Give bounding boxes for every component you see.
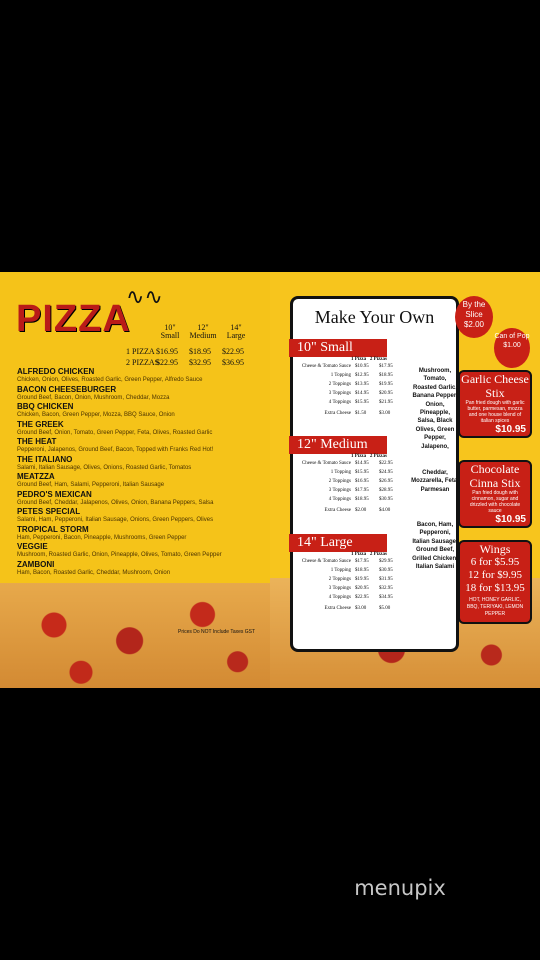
table-row: Cheese & Tomato Sauce $17.95 $29.95: [301, 559, 393, 564]
table-row: 2 Toppings $19.95 $31.95: [328, 577, 393, 582]
menupix-watermark: menupix: [320, 866, 480, 910]
list-item: THE GREEK Ground Beef, Onion, Tomato, Gre…: [17, 419, 213, 436]
table-row: Extra Cheese $3.00 $5.00: [324, 606, 391, 611]
wings-card: Wings 6 for $5.95 12 for $9.95 18 for $1…: [458, 540, 532, 624]
size-head-small: 10" Small: [160, 323, 180, 340]
table-row: 3 Toppings $20.95 $32.95: [328, 586, 393, 591]
size-banner-medium: 12" Medium: [289, 436, 387, 454]
menu-flyer: PIZZA ∿∿ 10" Small 12" Medium 14" Large 1 P…: [0, 272, 540, 688]
cheese-toppings: Cheddar, Mozzarella, Feta, Parmesan: [411, 470, 459, 493]
pizza-photo: [0, 583, 270, 688]
table-row: 4 Toppings $22.95 $34.95: [328, 595, 393, 600]
table-row: 3 Toppings $17.95 $28.95: [328, 488, 393, 493]
tax-note: Prices Do NOT Include Taxes GST: [178, 629, 256, 635]
table-row: Cheese & Tomato Sauce $14.95 $22.95: [301, 461, 393, 466]
card-title: Make Your Own: [314, 307, 435, 327]
table-row: 2 Toppings $16.95 $26.95: [328, 479, 393, 484]
list-item: TROPICAL STORM Ham, Pepperoni, Bacon, Pin…: [17, 524, 187, 541]
pizza-items-list: ALFREDO CHICKEN Chicken, Onion, Olives, R…: [17, 368, 262, 578]
table-row: Extra Cheese $1.50 $3.00: [324, 411, 391, 416]
can-of-pop-badge: Can of Pop $1.00: [494, 328, 530, 368]
veggie-toppings: Mushroom, Tomato, Roasted Garlic, Banana…: [412, 368, 458, 450]
list-item: BBQ CHICKEN Chicken, Bacon, Green Pepper,…: [17, 402, 175, 419]
list-item: ZAMBONI Ham, Bacon, Roasted Garlic, Chedd…: [17, 559, 171, 576]
table-row: 3 Toppings $14.95 $20.95: [328, 391, 393, 396]
table-row: Extra Cheese $2.00 $4.00: [324, 508, 391, 513]
list-item: PETES SPECIAL Salami, Ham, Pepperoni, Ita…: [17, 507, 214, 524]
table-row: 4 Toppings $18.95 $30.95: [328, 497, 393, 502]
pizza-title: PIZZA: [16, 298, 131, 340]
table-row: 4 Toppings $15.95 $21.95: [328, 400, 393, 405]
list-item: ALFREDO CHICKEN Chicken, Onion, Olives, R…: [17, 367, 203, 384]
list-item: VEGGIE Mushroom, Roasted Garlic, Onion, P…: [17, 542, 222, 559]
table-row: 1 Topping $18.95 $30.95: [330, 568, 393, 573]
size-head-large: 14" Large: [226, 323, 246, 340]
make-your-own-card: Make Your Own 10" Small 1 Pizza 2 Pizzas…: [289, 296, 459, 652]
table-row: Cheese & Tomato Sauce $10.95 $17.95: [301, 364, 393, 369]
list-item: MEATZZA Ground Beef, Ham, Salami, Peppero…: [17, 472, 165, 489]
table-row: 1 Topping $12.95 $18.95: [330, 373, 393, 378]
size-banner-large: 14" Large: [289, 534, 387, 552]
list-item: THE ITALIANO Salami, Italian Sausage, Oli…: [17, 454, 192, 471]
size-banner-small: 10" Small: [289, 339, 387, 357]
by-the-slice-badge: By the Slice $2.00: [455, 296, 493, 338]
meat-toppings: Bacon, Ham, Pepperoni, Italian Sausage, …: [412, 522, 458, 571]
swirl-decoration-icon: ∿∿: [126, 284, 163, 309]
size-head-medium: 12" Medium: [189, 323, 217, 340]
list-item: BACON CHEESEBURGER Ground Beef, Bacon, On…: [17, 384, 170, 401]
chocolate-cinna-stix-card: Chocolate Cinna Stix Pan fried dough wit…: [458, 460, 532, 528]
table-row: 2 Toppings $13.95 $19.95: [328, 382, 393, 387]
pizza-panel: PIZZA ∿∿ 10" Small 12" Medium 14" Large 1 P…: [0, 272, 270, 688]
list-item: PEDRO'S MEXICAN Ground Beef, Cheddar, Jal…: [17, 489, 214, 506]
table-row: 1 Topping $15.95 $24.95: [330, 470, 393, 475]
make-your-own-panel: Make Your Own 10" Small 1 Pizza 2 Pizzas…: [270, 272, 540, 688]
list-item: THE HEAT Pepperoni, Jalapenos, Ground Bee…: [17, 437, 214, 454]
garlic-cheese-stix-card: Garlic Cheese Stix Pan fried dough with …: [458, 370, 532, 438]
